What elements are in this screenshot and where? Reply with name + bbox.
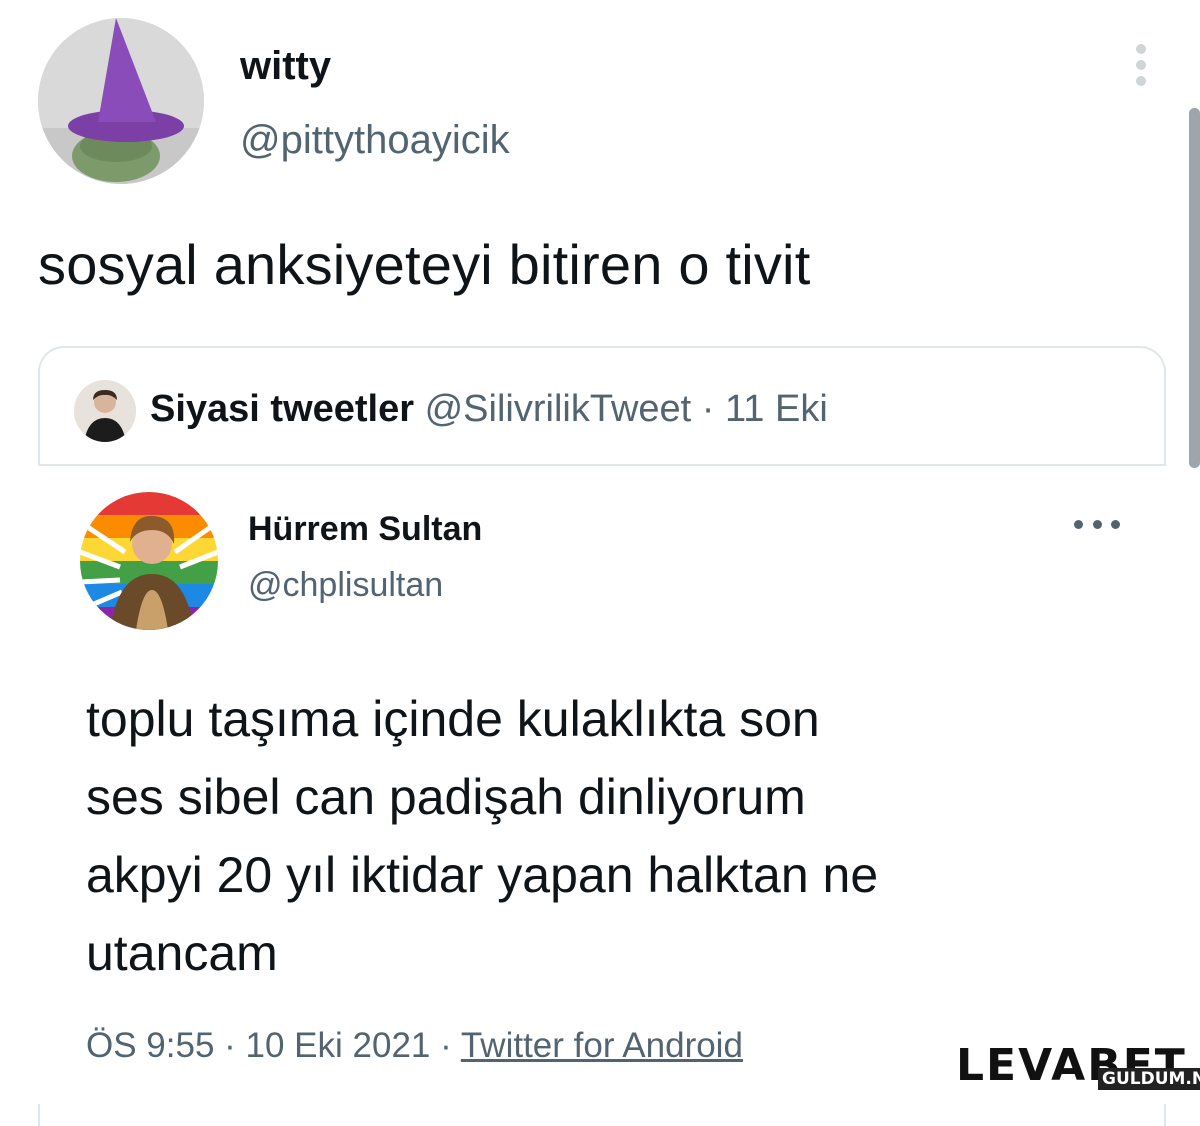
- author-handle[interactable]: @pittythoayicik: [240, 118, 510, 163]
- author-avatar[interactable]: [38, 18, 204, 184]
- text-line: akpyi 20 yıl iktidar yapan halktan ne: [86, 847, 879, 903]
- more-horizontal-icon[interactable]: [1074, 520, 1120, 536]
- embedded-handle[interactable]: @chplisultan: [248, 566, 443, 605]
- scrollbar[interactable]: [1189, 108, 1200, 468]
- tweet-text: sosyal anksiyeteyi bitiren o tivit: [38, 233, 811, 296]
- quoted-name[interactable]: Siyasi tweetler: [150, 388, 414, 430]
- avatar-frog-with-witch-hat-icon: [38, 18, 204, 184]
- quoted-avatar[interactable]: [74, 380, 136, 442]
- source-link[interactable]: Twitter for Android: [461, 1026, 743, 1065]
- more-options-icon[interactable]: [1130, 44, 1152, 90]
- watermark-site: GULDUM.NET: [1098, 1068, 1200, 1090]
- text-line: ses sibel can padişah dinliyorum: [86, 769, 806, 825]
- avatar-man-portrait-icon: [74, 380, 136, 442]
- author-display-name[interactable]: witty: [240, 44, 331, 89]
- tweet-timestamp: ÖS 9:55 · 10 Eki 2021 · Twitter for Andr…: [86, 1026, 743, 1066]
- text-line: toplu taşıma içinde kulaklıkta son: [86, 691, 820, 747]
- text-line: utancam: [86, 925, 278, 981]
- time-date[interactable]: ÖS 9:55 · 10 Eki 2021 ·: [86, 1026, 461, 1065]
- quoted-meta: @SilivrilikTweet · 11 Eki: [424, 388, 828, 430]
- embedded-tweet-text: toplu taşıma içinde kulaklıkta son ses s…: [86, 680, 1156, 992]
- quoted-header: Siyasi tweetler @SilivrilikTweet · 11 Ek…: [150, 388, 828, 431]
- avatar-rainbow-flag-woman-icon: [80, 492, 218, 630]
- embedded-avatar[interactable]: [80, 492, 218, 630]
- embedded-name[interactable]: Hürrem Sultan: [248, 510, 482, 549]
